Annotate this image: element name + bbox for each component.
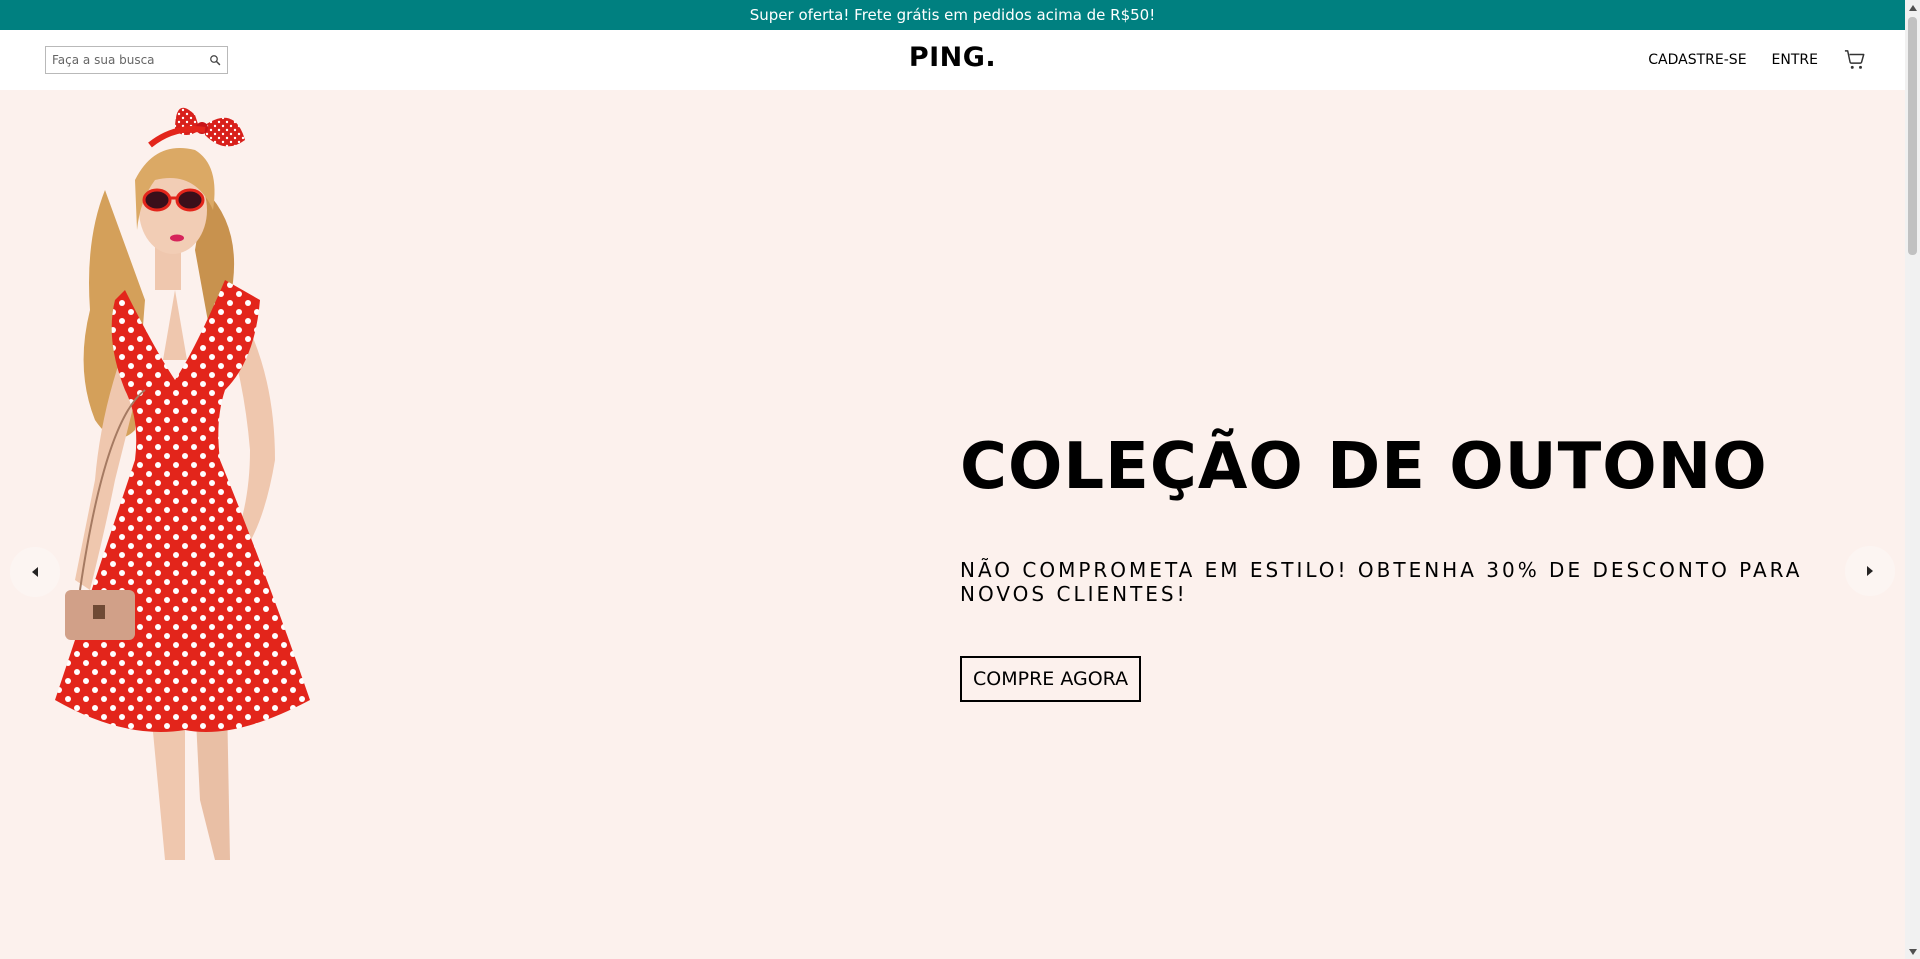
arrow-left-icon — [32, 567, 38, 577]
login-link[interactable]: ENTRE — [1772, 52, 1818, 68]
navbar: PING. CADASTRE-SE ENTRE — [0, 30, 1905, 90]
scroll-down-icon[interactable] — [1905, 944, 1920, 959]
hero-title: COLEÇÃO DE OUTONO — [960, 430, 1768, 504]
hero-description: NÃO COMPROMETA EM ESTILO! OBTENHA 30% DE… — [960, 558, 1803, 607]
logo[interactable]: PING. — [909, 42, 996, 73]
shopping-cart-icon[interactable] — [1843, 48, 1867, 72]
nav-menu: CADASTRE-SE ENTRE — [1648, 30, 1867, 90]
search-container — [45, 46, 228, 74]
hero-image — [55, 107, 310, 860]
slider-prev-button[interactable] — [10, 547, 60, 597]
search-input[interactable] — [46, 47, 203, 73]
scrollbar-thumb[interactable] — [1908, 17, 1917, 255]
shop-now-button[interactable]: COMPRE AGORA — [960, 656, 1142, 703]
hero-slider: COLEÇÃO DE OUTONO NÃO COMPROMETA EM ESTI… — [0, 90, 1905, 959]
register-link[interactable]: CADASTRE-SE — [1648, 52, 1746, 68]
hero-info: COLEÇÃO DE OUTONO NÃO COMPROMETA EM ESTI… — [960, 430, 1860, 703]
announcement-bar: Super oferta! Frete grátis em pedidos ac… — [0, 0, 1905, 30]
scroll-up-icon[interactable] — [1905, 0, 1920, 15]
arrow-right-icon — [1867, 566, 1873, 576]
page-scrollbar[interactable] — [1905, 0, 1920, 959]
search-icon[interactable] — [203, 47, 227, 73]
announcement-text: Super oferta! Frete grátis em pedidos ac… — [749, 6, 1156, 24]
logo-container: PING. — [0, 42, 1905, 73]
